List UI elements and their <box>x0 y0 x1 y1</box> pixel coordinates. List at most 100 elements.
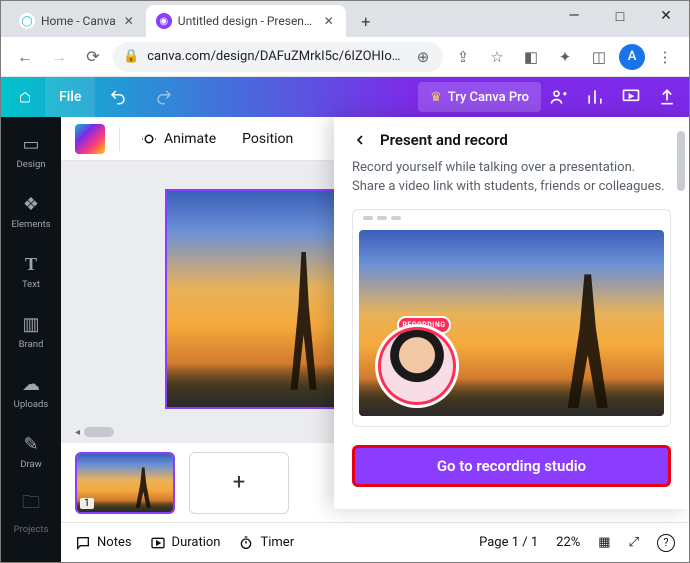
zoom-level[interactable]: 22% <box>556 535 580 550</box>
bookmark-icon[interactable]: ☆ <box>483 43 511 71</box>
chevron-left-icon <box>352 132 368 148</box>
sidenav-uploads[interactable]: ☁ Uploads <box>1 363 61 421</box>
users-icon <box>549 87 569 107</box>
animate-label: Animate <box>164 131 216 147</box>
minimize-button[interactable]: — <box>551 1 597 31</box>
panel-title: Present and record <box>380 131 508 149</box>
sidenav-text[interactable]: T Text <box>1 243 61 301</box>
panel-description: Record yourself while talking over a pre… <box>352 159 671 197</box>
panel-header: Present and record <box>352 131 671 149</box>
grid-icon: ▦ <box>598 535 610 550</box>
editor-main: Animate Position ◂ 1 + <box>61 117 689 562</box>
lock-icon: 🔒 <box>123 49 139 64</box>
page-indicator[interactable]: Page 1 / 1 <box>479 535 538 550</box>
status-bar: Notes Duration Timer Page 1 / 1 22% ▦ ⤢ … <box>61 522 689 562</box>
play-box-icon <box>150 535 166 551</box>
back-button[interactable] <box>352 132 368 148</box>
scrollbar-thumb[interactable] <box>84 427 114 437</box>
collab-button[interactable] <box>541 77 577 117</box>
fullscreen-button[interactable]: ⤢ <box>629 535 639 550</box>
sidenav-draw[interactable]: ✎ Draw <box>1 423 61 481</box>
timer-button[interactable]: Timer <box>238 535 294 551</box>
close-window-button[interactable]: ✕ <box>643 1 689 31</box>
close-tab-icon[interactable]: ✕ <box>322 14 336 28</box>
sidenav-brand[interactable]: ▥ Brand <box>1 303 61 361</box>
preview-image: RECORDING <box>359 230 664 416</box>
animate-button[interactable]: Animate <box>134 126 222 152</box>
sidenav-label: Text <box>22 279 40 290</box>
preview-tabs-deco <box>359 216 664 226</box>
scroll-left-icon[interactable]: ◂ <box>75 427 80 438</box>
shapes-icon: ❖ <box>23 194 39 215</box>
share-icon[interactable]: ⇪ <box>449 43 477 71</box>
panel-desc-line: Record yourself while talking over a pre… <box>352 159 671 178</box>
try-pro-button[interactable]: ♛ Try Canva Pro <box>418 82 541 112</box>
close-tab-icon[interactable]: ✕ <box>122 14 136 28</box>
file-menu[interactable]: File <box>45 77 95 117</box>
go-to-recording-studio-button[interactable]: Go to recording studio <box>352 445 671 487</box>
back-button[interactable]: ← <box>11 43 39 71</box>
sidenav-projects[interactable]: 🗀 Projects <box>1 483 61 541</box>
notes-label: Notes <box>97 535 132 550</box>
kebab-menu-icon[interactable]: ⋮ <box>651 43 679 71</box>
preview-card: RECORDING <box>352 209 671 427</box>
try-pro-label: Try Canva Pro <box>448 90 529 105</box>
color-swatch[interactable] <box>75 124 105 154</box>
crown-icon: ♛ <box>430 90 442 105</box>
new-tab-button[interactable]: + <box>352 7 380 35</box>
duration-button[interactable]: Duration <box>150 535 221 551</box>
notes-button[interactable]: Notes <box>75 535 132 551</box>
analytics-button[interactable] <box>577 77 613 117</box>
home-icon <box>19 88 31 106</box>
presenter-bubble <box>381 330 453 402</box>
canva-favicon-icon: ◯ <box>19 13 35 29</box>
redo-icon <box>155 88 173 106</box>
side-panel: ▭ Design ❖ Elements T Text ▥ Brand ☁ Upl… <box>1 117 61 562</box>
folder-icon: 🗀 <box>22 490 40 520</box>
stopwatch-icon <box>238 535 254 551</box>
sidenav-design[interactable]: ▭ Design <box>1 123 61 181</box>
brand-icon: ▥ <box>22 314 39 335</box>
extension-icon[interactable]: ◧ <box>517 43 545 71</box>
position-button[interactable]: Position <box>236 127 299 151</box>
canva-favicon-icon: ◉ <box>156 13 172 29</box>
sidepanel-icon[interactable]: ◫ <box>585 43 613 71</box>
puzzle-icon[interactable]: ✦ <box>551 43 579 71</box>
home-button[interactable] <box>5 77 45 117</box>
maximize-button[interactable]: □ <box>597 1 643 31</box>
browser-tab-home[interactable]: ◯ Home - Canva ✕ <box>9 5 146 37</box>
tab-title: Home - Canva <box>41 14 116 28</box>
panel-desc-line: Share a video link with students, friend… <box>352 178 671 197</box>
cloud-upload-icon: ☁ <box>22 374 40 395</box>
text-icon: T <box>25 254 37 275</box>
redo-button[interactable] <box>141 77 187 117</box>
duration-label: Duration <box>172 535 221 550</box>
pencil-icon: ✎ <box>23 434 38 455</box>
slide-thumbnail[interactable]: 1 <box>75 452 175 514</box>
forward-button[interactable]: → <box>45 43 73 71</box>
thumbnail-number: 1 <box>80 498 94 509</box>
profile-avatar[interactable]: A <box>619 44 645 70</box>
motion-icon <box>140 130 158 148</box>
present-button[interactable] <box>613 77 649 117</box>
zoom-icon[interactable]: ⊕ <box>413 43 433 71</box>
grid-view-button[interactable]: ▦ <box>598 535 610 550</box>
divider <box>119 127 120 151</box>
undo-icon <box>109 88 127 106</box>
panel-scrollbar[interactable] <box>677 131 685 191</box>
address-bar[interactable]: 🔒 canva.com/design/DAFuZMrkI5c/6IZOHIoQB… <box>113 42 443 72</box>
help-icon: ? <box>657 534 675 552</box>
undo-button[interactable] <box>95 77 141 117</box>
share-button[interactable] <box>649 77 685 117</box>
browser-tab-design[interactable]: ◉ Untitled design - Presentati... ✕ <box>146 5 346 37</box>
window-titlebar: ◯ Home - Canva ✕ ◉ Untitled design - Pre… <box>1 1 689 37</box>
sidenav-elements[interactable]: ❖ Elements <box>1 183 61 241</box>
app-content: ▭ Design ❖ Elements T Text ▥ Brand ☁ Upl… <box>1 117 689 562</box>
template-icon: ▭ <box>22 134 39 155</box>
sidenav-label: Projects <box>14 524 49 535</box>
reload-button[interactable]: ⟳ <box>79 43 107 71</box>
browser-toolbar: ← → ⟳ 🔒 canva.com/design/DAFuZMrkI5c/6IZ… <box>1 37 689 77</box>
timer-label: Timer <box>260 535 294 550</box>
help-button[interactable]: ? <box>657 534 675 552</box>
add-slide-button[interactable]: + <box>189 452 289 514</box>
